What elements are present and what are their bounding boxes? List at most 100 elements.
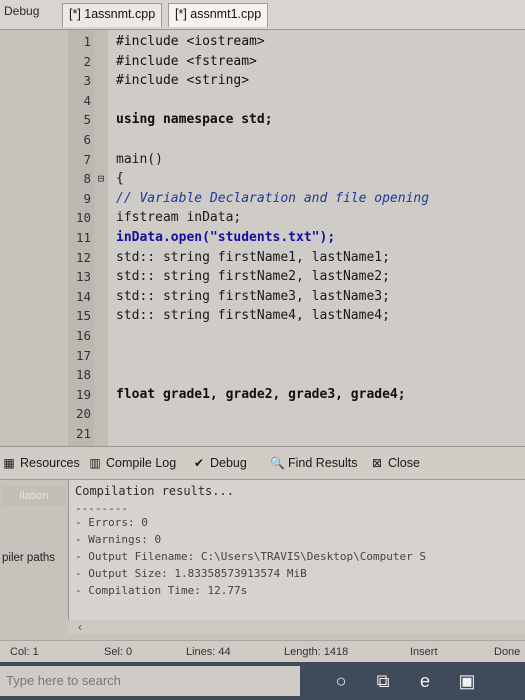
tab-compile-log[interactable]: ▥ Compile Log <box>88 456 176 470</box>
log-line: - Errors: 0 <box>75 516 148 529</box>
line-number: 5 <box>83 112 91 128</box>
code-line[interactable]: 8 ⊟ { <box>0 169 525 189</box>
code-text: #include <string> <box>116 73 250 89</box>
compiler-paths-label: piler paths <box>2 552 56 564</box>
line-number: 3 <box>83 73 91 89</box>
status-col: Col: 1 <box>10 646 39 658</box>
log-line: Compilation results... <box>75 484 234 498</box>
code-line[interactable]: 15 std:: string firstName4, lastName4; <box>0 306 525 326</box>
tab-1assnmt[interactable]: [*] 1assnmt.cpp <box>62 3 163 27</box>
line-number: 7 <box>83 151 91 167</box>
status-sel: Sel: 0 <box>104 646 133 658</box>
line-number: 10 <box>75 210 91 226</box>
line-number: 12 <box>75 249 91 265</box>
log-line: - Output Filename: C:\Users\TRAVIS\Deskt… <box>75 550 426 563</box>
horizontal-scrollbar[interactable]: ‹ <box>68 620 525 634</box>
log-line: -------- <box>75 502 128 515</box>
store-icon[interactable]: ▣ <box>456 670 478 692</box>
resources-icon: ▦ <box>3 456 15 470</box>
line-number: 6 <box>83 132 91 147</box>
tab-resources-label: Resources <box>20 456 80 470</box>
editor-tab-strip: Debug [*] 1assnmt.cpp [*] assnmt1.cpp <box>0 0 525 30</box>
line-number: 13 <box>75 269 91 285</box>
code-line[interactable]: 13 std:: string firstName2, lastName2; <box>0 267 525 287</box>
code-line[interactable]: 9 // Variable Declaration and file openin… <box>0 189 525 209</box>
line-number: 9 <box>83 190 91 206</box>
code-text: #include <iostream> <box>116 34 265 49</box>
tab-find-results[interactable]: 🔍 Find Results <box>270 456 357 470</box>
line-number: 17 <box>75 347 91 363</box>
task-view-icon[interactable]: ⧉ <box>372 670 394 692</box>
line-number: 4 <box>83 92 91 108</box>
code-line[interactable]: 16 <box>0 326 525 346</box>
line-number: 18 <box>75 367 91 383</box>
code-line[interactable]: 17 <box>0 346 525 366</box>
edge-icon[interactable]: e <box>414 670 436 692</box>
code-line[interactable]: 2 #include <fstream> <box>0 52 525 72</box>
code-text: std:: string firstName4, lastName4; <box>116 308 390 324</box>
compile-log-icon: ▥ <box>89 456 101 470</box>
code-line[interactable]: 20 <box>0 404 525 424</box>
code-line[interactable]: 19 float grade1, grade2, grade3, grade4; <box>0 385 525 405</box>
cortana-icon[interactable]: ○ <box>330 670 352 692</box>
code-text: main() <box>116 151 163 167</box>
taskbar-search-input[interactable]: Type here to search <box>0 666 300 696</box>
code-text: // Variable Declaration and file opening <box>116 190 430 206</box>
bottom-panel-tabs: ▦ Resources ▥ Compile Log ✔ Debug 🔍 Find… <box>0 446 525 480</box>
line-number: 8 <box>83 171 91 187</box>
code-text: std:: string firstName3, lastName3; <box>116 288 390 304</box>
status-done: Done <box>494 646 521 658</box>
code-line[interactable]: 4 <box>0 91 525 111</box>
code-text: inData.open("students.txt"); <box>116 230 336 245</box>
tab-debug[interactable]: ✔ Debug <box>192 456 247 470</box>
close-label: Close <box>388 456 420 470</box>
taskbar: Type here to search ○ ⧉ e ▣ <box>0 662 525 700</box>
line-number: 1 <box>83 34 91 49</box>
code-line[interactable]: 12 std:: string firstName1, lastName1; <box>0 248 525 268</box>
code-line[interactable]: 5 using namespace std; <box>0 110 525 130</box>
code-line[interactable]: 18 <box>0 365 525 385</box>
tab-resources[interactable]: ▦ Resources <box>2 456 80 470</box>
line-number: 14 <box>75 288 91 304</box>
code-text: { <box>116 171 124 187</box>
debug-label[interactable]: Debug <box>4 4 39 18</box>
line-number: 2 <box>83 53 91 69</box>
compile-log-output[interactable]: Compilation results... -------- - Errors… <box>68 480 525 634</box>
line-number: 16 <box>75 328 91 343</box>
line-number: 20 <box>75 406 91 422</box>
tab-compile-log-label: Compile Log <box>106 456 177 470</box>
code-line[interactable]: 7 main() <box>0 150 525 170</box>
checkmark-icon: ✔ <box>193 456 205 470</box>
log-line: - Compilation Time: 12.77s <box>75 584 248 597</box>
abort-compilation-button[interactable]: ilation <box>2 486 66 506</box>
line-number: 21 <box>75 426 91 441</box>
code-text: std:: string firstName1, lastName1; <box>116 249 390 265</box>
line-number: 11 <box>75 230 91 245</box>
code-line[interactable]: 3 #include <string> <box>0 71 525 91</box>
code-text: using namespace std; <box>116 112 273 128</box>
status-bar: Col: 1 Sel: 0 Lines: 44 Length: 1418 Ins… <box>0 640 525 662</box>
fold-toggle-icon[interactable]: ⊟ <box>96 169 106 189</box>
code-editor[interactable]: 1 #include <iostream> 2 #include <fstream> 3… <box>0 30 525 461</box>
close-icon: ⊠ <box>371 456 383 470</box>
tab-assnmt1[interactable]: [*] assnmt1.cpp <box>168 3 269 27</box>
line-number: 15 <box>75 308 91 324</box>
log-line: - Output Size: 1.83358573913574 MiB <box>75 567 307 580</box>
code-line[interactable]: 6 <box>0 130 525 150</box>
code-text: ifstream inData; <box>116 210 242 226</box>
status-lines: Lines: 44 <box>186 646 231 658</box>
code-line[interactable]: 1 #include <iostream> <box>0 32 525 52</box>
tab-find-results-label: Find Results <box>288 456 358 470</box>
close-button[interactable]: ⊠ Close <box>370 456 420 470</box>
code-text: #include <fstream> <box>116 53 257 69</box>
log-line: - Warnings: 0 <box>75 533 162 546</box>
code-line[interactable]: 10 ifstream inData; <box>0 208 525 228</box>
code-line[interactable]: 14 std:: string firstName3, lastName3; <box>0 287 525 307</box>
code-text: float grade1, grade2, grade3, grade4; <box>116 386 406 402</box>
compile-log-panel: ilation piler paths Compilation results.… <box>0 480 525 640</box>
code-text: std:: string firstName2, lastName2; <box>116 269 390 285</box>
scroll-left-icon[interactable]: ‹ <box>78 620 82 634</box>
status-length: Length: 1418 <box>284 646 349 658</box>
code-line[interactable]: 11 inData.open("students.txt"); <box>0 228 525 248</box>
code-line[interactable]: 21 <box>0 424 525 444</box>
